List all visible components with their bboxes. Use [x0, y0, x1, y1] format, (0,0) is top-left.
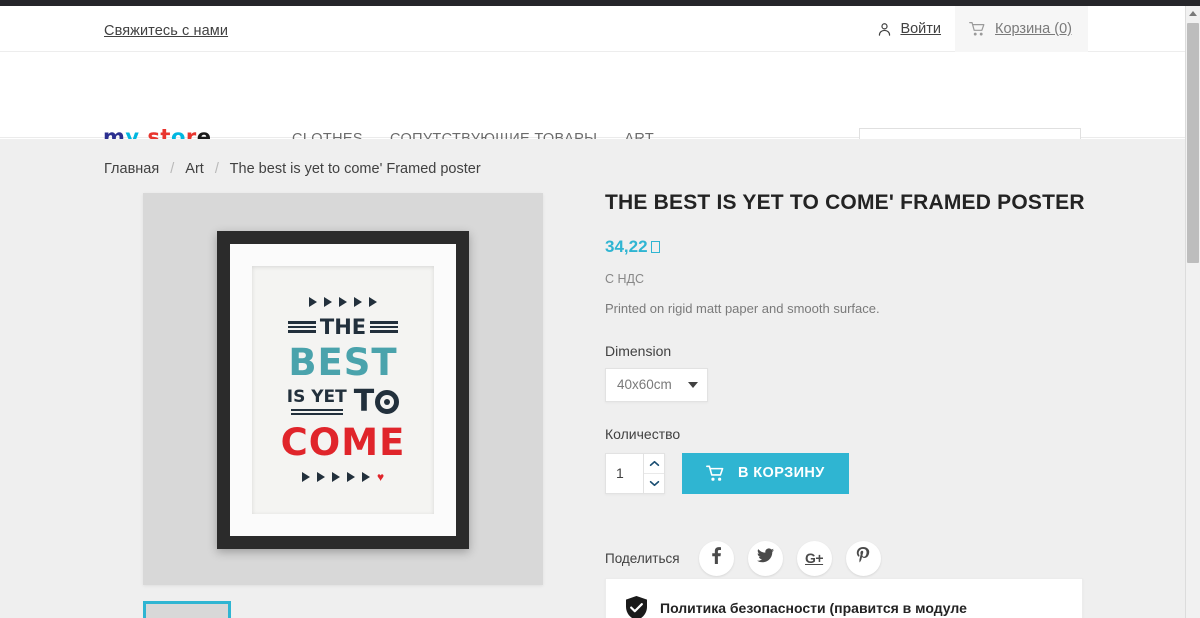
share-row: Поделиться G+: [605, 540, 1085, 576]
chevron-down-icon: [649, 480, 659, 486]
tax-note: С НДС: [605, 272, 645, 287]
share-label: Поделиться: [605, 550, 680, 566]
site-header: my store CLOTHES СОПУТСТВУЮЩИЕ ТОВАРЫ AR…: [0, 53, 1185, 166]
contact-us-link[interactable]: Свяжитесь с нами: [104, 23, 228, 39]
facebook-icon: [711, 547, 721, 569]
login-link[interactable]: Войти: [863, 6, 955, 52]
shopping-cart-icon: [969, 21, 986, 37]
chevron-up-icon: [649, 460, 659, 466]
dimension-label: Dimension: [605, 342, 672, 359]
poster-artwork: THE BEST IS YET T COME ♥: [252, 266, 434, 514]
thumbnail-1[interactable]: [143, 601, 231, 618]
dimension-select[interactable]: 40x60cm: [605, 367, 708, 402]
product-image[interactable]: THE BEST IS YET T COME ♥: [143, 193, 543, 585]
poster-line-is-yet-to: IS YET T: [286, 386, 400, 417]
top-bar-actions: Войти Корзина (0): [863, 6, 1088, 52]
poster-arrows-bottom: ♥: [301, 470, 385, 484]
cart-label: Корзина (0): [995, 21, 1072, 37]
price-value: 34,22: [605, 237, 648, 257]
purchase-row: В КОРЗИНУ: [605, 452, 1085, 494]
share-twitter-button[interactable]: [747, 540, 783, 576]
product-info: THE BEST IS YET TO COME' FRAMED POSTER 3…: [605, 190, 1085, 576]
breadcrumb-current: The best is yet to come' Framed poster: [229, 161, 481, 177]
poster-word-best: BEST: [288, 341, 398, 384]
breadcrumb-separator-2: /: [214, 161, 219, 177]
share-facebook-button[interactable]: [698, 540, 734, 576]
add-to-cart-label: В КОРЗИНУ: [738, 465, 825, 482]
quantity-decrease-button[interactable]: [644, 472, 664, 493]
chevron-down-icon: [688, 381, 698, 388]
product-thumbnails: [143, 601, 231, 618]
share-google-plus-button[interactable]: G+: [796, 540, 832, 576]
twitter-bird-icon: [756, 548, 774, 568]
quantity-stepper[interactable]: [605, 452, 665, 494]
poster-arrows-top: [309, 297, 377, 307]
share-pinterest-button[interactable]: [845, 540, 881, 576]
google-plus-icon: G+: [805, 550, 824, 567]
poster-word-is-yet: IS YET: [286, 386, 347, 407]
shield-check-icon: [626, 596, 647, 618]
currency-glyph-box: [650, 241, 660, 254]
poster-word-the: THE: [319, 315, 367, 339]
quantity-spinners: [643, 453, 664, 493]
breadcrumb-separator-1: /: [170, 161, 175, 177]
breadcrumb-category[interactable]: Art: [185, 161, 204, 177]
poster-mat: THE BEST IS YET T COME ♥: [230, 244, 456, 536]
poster-frame: THE BEST IS YET T COME ♥: [217, 231, 469, 549]
page-title: THE BEST IS YET TO COME' FRAMED POSTER: [605, 191, 1085, 214]
product-description: Printed on rigid matt paper and smooth s…: [605, 301, 880, 317]
security-policy-text: Политика безопасности (правится в модуле: [660, 600, 967, 616]
page-scrollbar[interactable]: [1185, 6, 1200, 618]
poster-line-the: THE: [287, 315, 399, 339]
scrollbar-thumb[interactable]: [1187, 23, 1199, 263]
browser-viewport: Свяжитесь с нами Войти Корзина (0) my st…: [0, 0, 1200, 618]
login-label: Войти: [900, 21, 942, 37]
breadcrumb: Главная / Art / The best is yet to come'…: [104, 161, 481, 177]
poster-heart-icon: ♥: [376, 470, 385, 484]
quantity-label: Количество: [605, 425, 681, 442]
product-price: 34,22: [605, 237, 1085, 257]
cart-link[interactable]: Корзина (0): [955, 6, 1088, 52]
dimension-selected-value: 40x60cm: [617, 377, 672, 393]
breadcrumb-home[interactable]: Главная: [104, 161, 159, 177]
top-bar: Свяжитесь с нами Войти Корзина (0): [0, 6, 1185, 52]
poster-word-to: T: [354, 387, 400, 417]
quantity-input[interactable]: [606, 453, 643, 493]
shopping-cart-icon: [706, 465, 725, 482]
poster-word-come: COME: [280, 421, 406, 464]
pinterest-icon: [856, 546, 870, 570]
user-icon: [877, 22, 892, 37]
security-policy-block: Политика безопасности (правится в модуле: [605, 578, 1083, 618]
scrollbar-up-arrow[interactable]: [1186, 6, 1200, 21]
quantity-increase-button[interactable]: [644, 453, 664, 473]
add-to-cart-button[interactable]: В КОРЗИНУ: [682, 452, 849, 494]
